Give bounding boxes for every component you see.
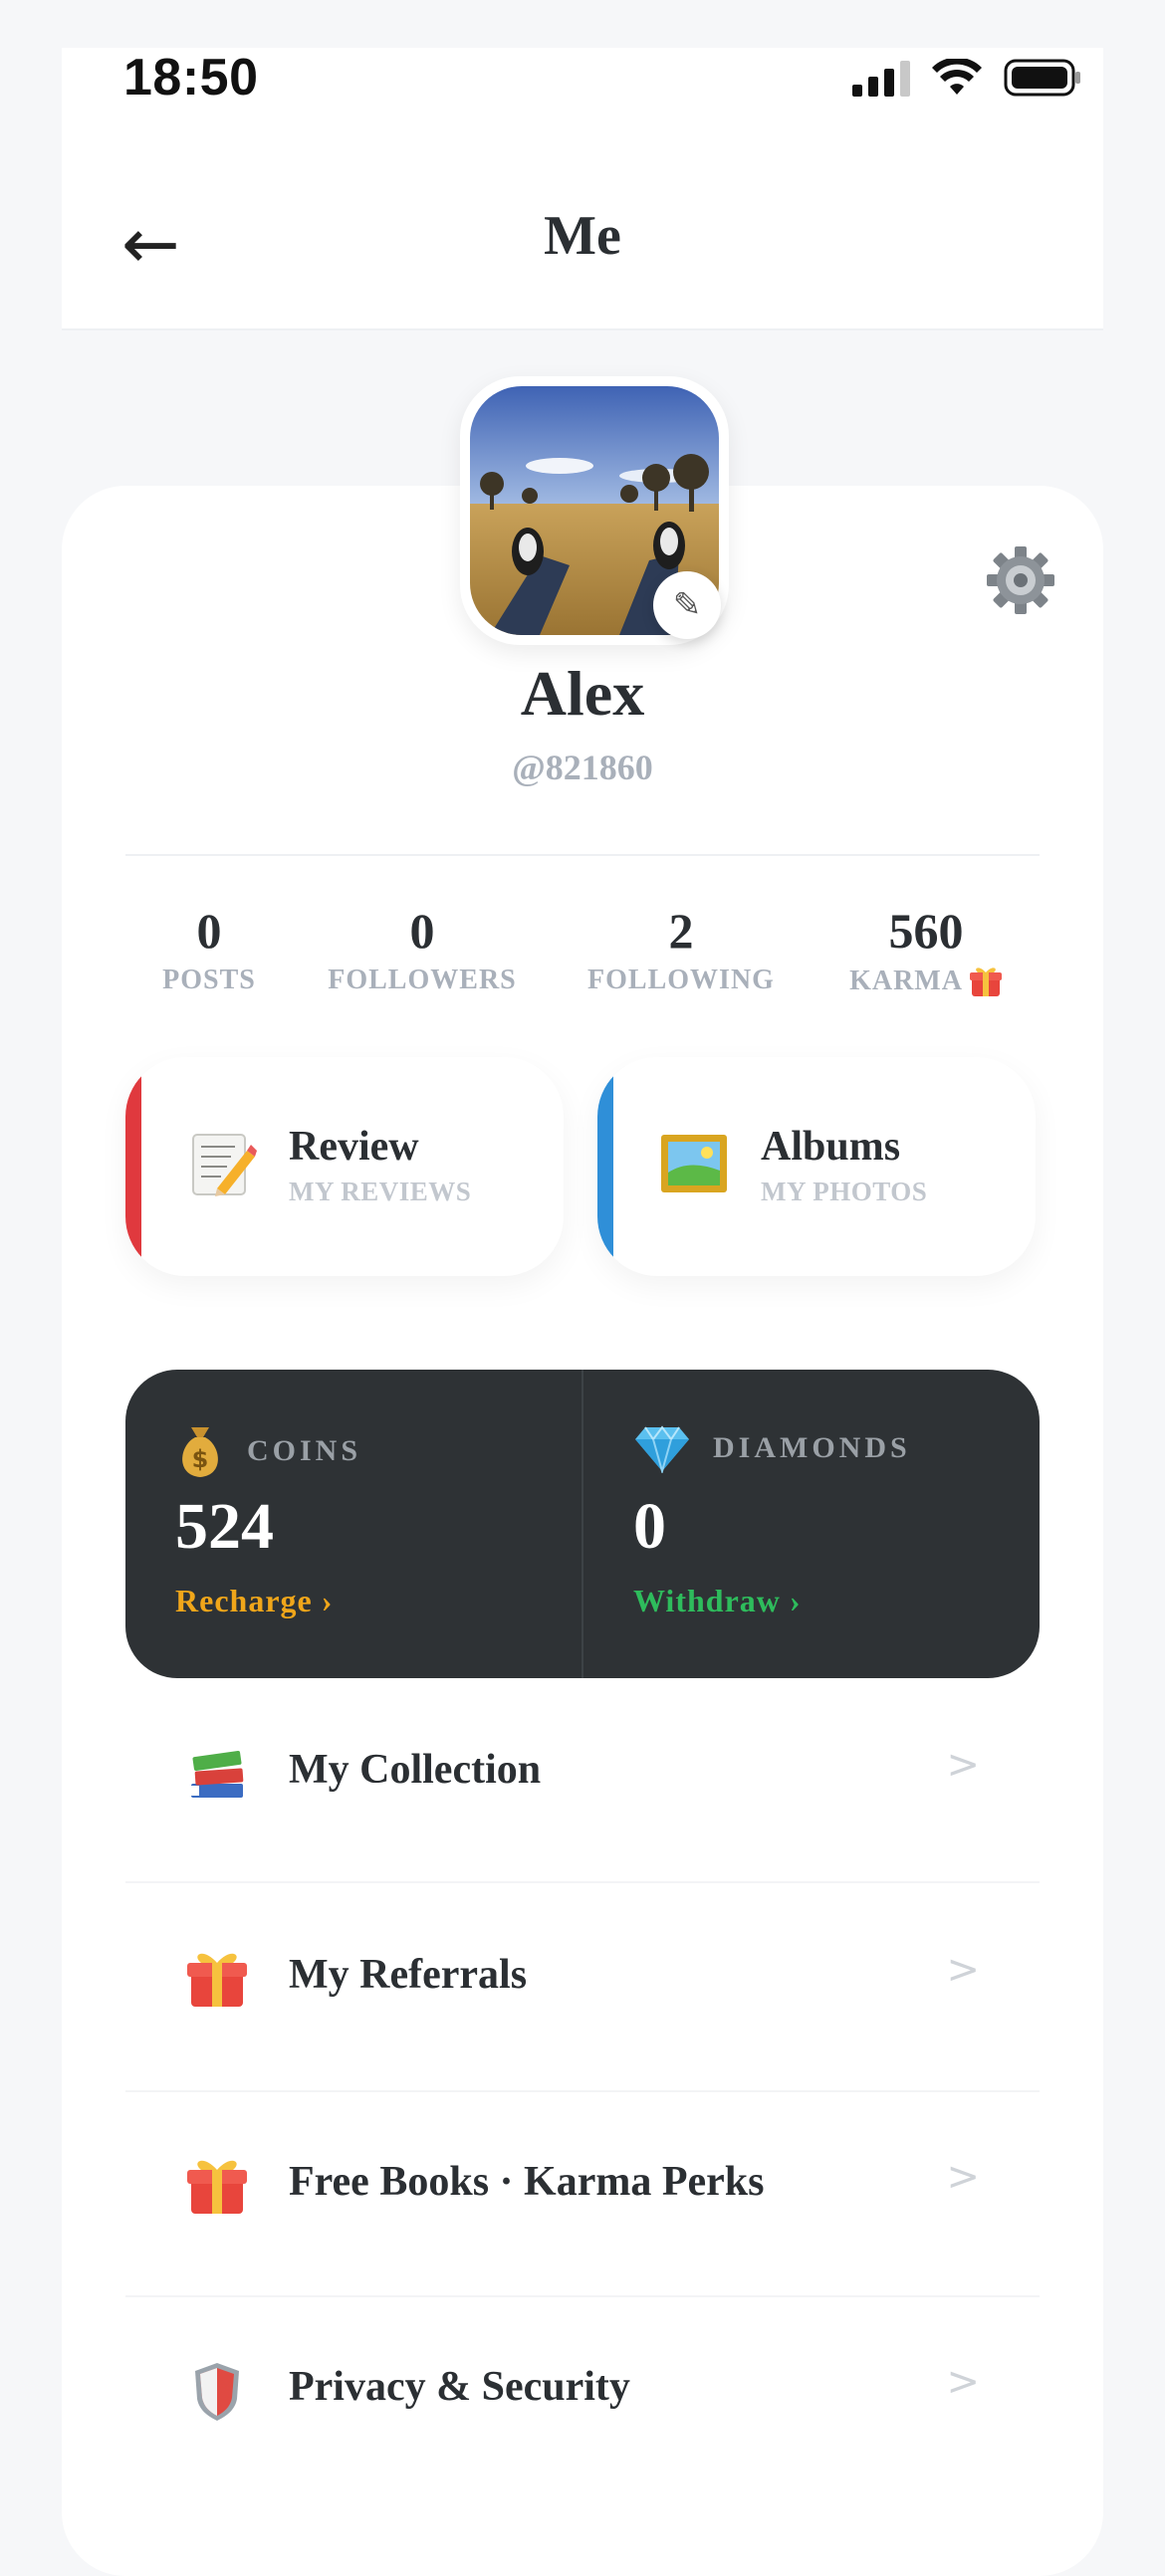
stat-value: 560: [888, 903, 964, 959]
stat-label: FOLLOWING: [587, 965, 775, 995]
diamonds-value: 0: [633, 1490, 666, 1563]
gift-icon: [185, 2154, 249, 2218]
stat-label: FOLLOWERS: [328, 965, 517, 995]
diamonds-label-row: DIAMONDS: [633, 1423, 911, 1475]
menu-divider: [125, 2090, 1040, 2092]
battery-icon: [1004, 58, 1083, 98]
profile-divider: [125, 854, 1040, 856]
gift-icon: [969, 965, 1003, 998]
gift-icon: [185, 1947, 249, 2011]
tile-accent: [597, 1057, 613, 1276]
stat-karma[interactable]: 560 KARMA: [826, 901, 1026, 998]
diamonds-panel[interactable]: DIAMONDS 0 Withdraw ›: [583, 1370, 1040, 1678]
menu-divider: [125, 2295, 1040, 2297]
stat-value: 2: [668, 903, 694, 959]
money-bag-icon: $: [175, 1423, 225, 1479]
stat-followers[interactable]: 0 FOLLOWERS: [323, 901, 522, 996]
menu-item-privacy[interactable]: Privacy & Security >: [125, 2299, 1040, 2498]
stat-value: 0: [196, 903, 222, 959]
user-name: Alex: [520, 658, 645, 729]
tile-subtitle: MY PHOTOS: [761, 1177, 928, 1206]
recharge-link[interactable]: Recharge ›: [175, 1583, 333, 1619]
chevron-right-icon: >: [946, 1947, 980, 1993]
withdraw-link[interactable]: Withdraw ›: [633, 1583, 802, 1619]
menu-label: Free Books · Karma Perks: [289, 2159, 765, 2205]
chevron-right-icon: >: [946, 1742, 980, 1788]
svg-text:$: $: [192, 1445, 209, 1473]
page-title: Me: [544, 205, 621, 267]
status-time: 18:50: [123, 49, 259, 107]
stat-label: POSTS: [162, 965, 256, 995]
tile-title: Albums: [761, 1124, 901, 1170]
menu-item-collection[interactable]: My Collection >: [125, 1682, 1040, 1881]
header-divider: [62, 328, 1103, 330]
menu-label: Privacy & Security: [289, 2364, 630, 2410]
status-icons: [852, 58, 1083, 98]
menu-label: My Referrals: [289, 1952, 528, 1998]
wallet-card: $ COINS 524 Recharge › DIAMONDS 0 Withdr…: [125, 1370, 1040, 1678]
chevron-right-icon: >: [946, 2154, 980, 2200]
stat-label: KARMA: [849, 966, 963, 996]
shield-icon: [185, 2359, 249, 2423]
coins-label-row: $ COINS: [175, 1423, 361, 1479]
review-tile[interactable]: Review MY REVIEWS: [125, 1057, 564, 1276]
menu-item-free-books[interactable]: Free Books · Karma Perks >: [125, 2094, 1040, 2293]
framed-picture-icon: [659, 1129, 729, 1198]
cellular-signal-icon: [852, 59, 910, 97]
gear-icon[interactable]: [986, 545, 1055, 615]
stat-label-row: KARMA: [826, 965, 1026, 998]
coins-panel[interactable]: $ COINS 524 Recharge ›: [125, 1370, 582, 1678]
top-bar: 18:50: [62, 48, 1103, 330]
coins-value: 524: [175, 1490, 274, 1563]
memo-icon: [187, 1129, 257, 1198]
tile-title: Review: [289, 1124, 419, 1170]
pencil-icon[interactable]: ✎: [653, 571, 721, 639]
menu-item-referrals[interactable]: My Referrals >: [125, 1887, 1040, 2086]
stat-posts[interactable]: 0 POSTS: [110, 901, 309, 996]
wifi-icon: [932, 59, 982, 97]
diamond-icon: [633, 1423, 691, 1475]
albums-tile[interactable]: Albums MY PHOTOS: [597, 1057, 1036, 1276]
chevron-right-icon: >: [946, 2359, 980, 2405]
menu-divider: [125, 1881, 1040, 1883]
tile-accent: [125, 1057, 141, 1276]
menu-label: My Collection: [289, 1747, 542, 1793]
coins-label: COINS: [247, 1434, 362, 1467]
user-handle: @821860: [512, 748, 653, 787]
tile-subtitle: MY REVIEWS: [289, 1177, 472, 1206]
books-icon: [185, 1742, 249, 1806]
diamonds-label: DIAMONDS: [713, 1431, 911, 1464]
stat-value: 0: [409, 903, 435, 959]
stat-following[interactable]: 2 FOLLOWING: [582, 901, 781, 996]
